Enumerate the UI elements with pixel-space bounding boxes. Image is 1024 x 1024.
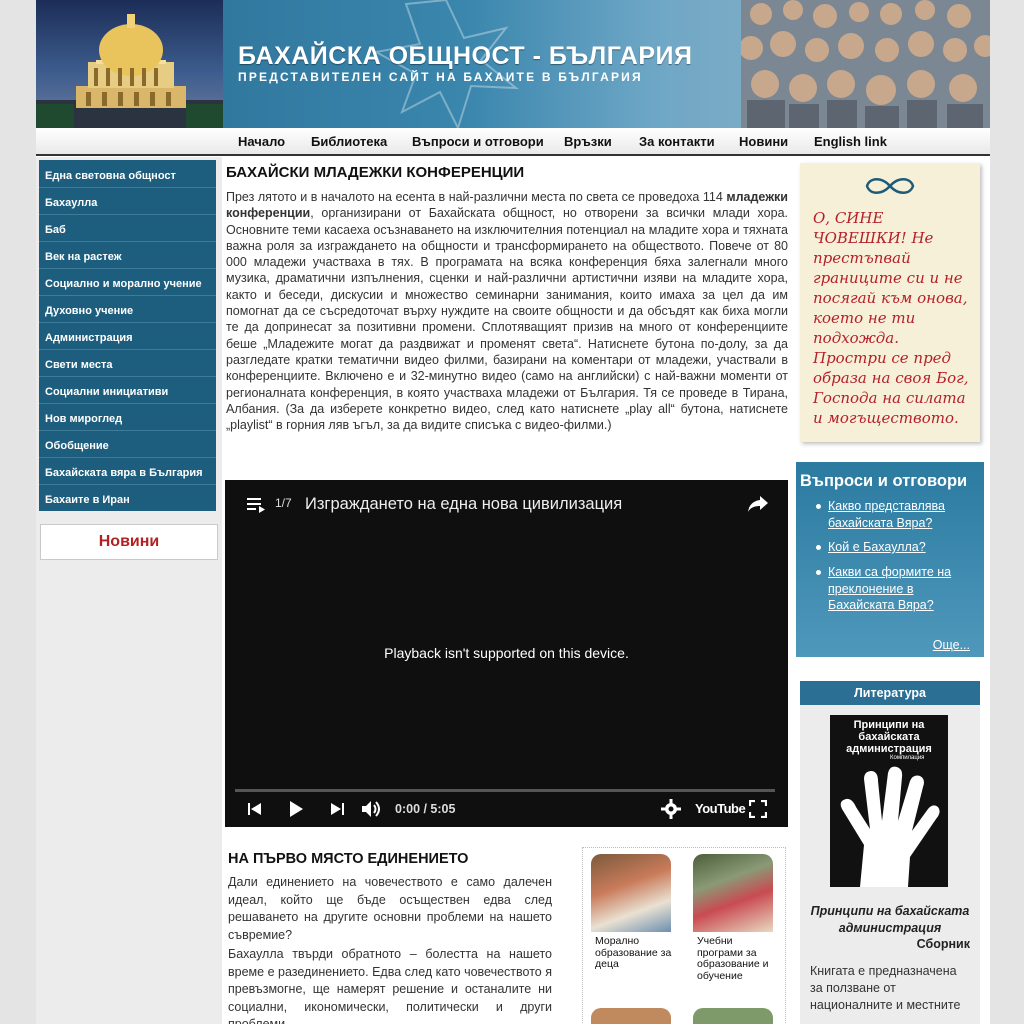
video-time: 0:00 / 5:05 xyxy=(395,802,456,816)
thumbnail-image[interactable] xyxy=(591,854,671,932)
divider xyxy=(39,403,216,404)
news-label: Новини xyxy=(98,533,160,550)
site-header: БАХАЙСКА ОБЩНОСТ - БЪЛГАРИЯ ПРЕДСТАВИТЕЛ… xyxy=(36,0,990,128)
left-sidebar: Една световна общност Бахаулла Баб Век н… xyxy=(36,157,222,1024)
sidebar-item[interactable]: Баб xyxy=(45,224,66,236)
video-title[interactable]: Изграждането на една нова цивилизация xyxy=(305,495,622,514)
book-cover[interactable]: Принципи на бахайската администрация Ком… xyxy=(830,715,948,887)
faq-more-link[interactable]: Още... xyxy=(933,638,970,652)
sidebar-item[interactable]: Администрация xyxy=(45,332,133,344)
right-sidebar: О, СИНЕ ЧОВЕШКИ! Не престъпвай границите… xyxy=(792,157,990,1024)
nav-home[interactable]: Начало xyxy=(238,134,285,149)
nav-contacts[interactable]: За контакти xyxy=(639,134,715,149)
nav-english[interactable]: English link xyxy=(814,134,887,149)
quote-card: О, СИНЕ ЧОВЕШКИ! Не престъпвай границите… xyxy=(800,163,980,442)
sidebar-item[interactable]: Социално и морално учение xyxy=(45,278,202,290)
sidebar-item[interactable]: Духовно учение xyxy=(45,305,133,317)
divider xyxy=(39,214,216,215)
bullet-icon xyxy=(816,570,821,575)
faq-box: Въпроси и отговори Какво представлява ба… xyxy=(796,462,984,657)
ornament-icon xyxy=(865,178,915,194)
literature-title: Литература xyxy=(800,681,980,705)
divider xyxy=(39,430,216,431)
thumbnail-caption[interactable]: Морално образование за деца xyxy=(595,935,677,971)
previous-icon[interactable] xyxy=(247,801,263,817)
sidebar-item[interactable]: Бахайската вяра в България xyxy=(45,467,203,479)
section-title: НА ПЪРВО МЯСТО ЕДИНЕНИЕТО xyxy=(228,851,469,867)
divider xyxy=(39,295,216,296)
divider xyxy=(39,322,216,323)
section-paragraph: Бахаулла твърди обратното – болестта на … xyxy=(228,947,552,1024)
sidebar-menu: Една световна общност Бахаулла Баб Век н… xyxy=(39,160,216,511)
bullet-icon xyxy=(816,545,821,550)
intro-paragraph: През лятото и в началото на есента в най… xyxy=(226,189,788,433)
page-title: БАХАЙСКИ МЛАДЕЖКИ КОНФЕРЕНЦИИ xyxy=(226,164,525,181)
section-paragraph: Дали единението на човечеството е само д… xyxy=(228,875,552,942)
youtube-logo[interactable]: YouTube xyxy=(695,801,746,816)
next-icon[interactable] xyxy=(329,801,345,817)
thumbnail-grid: Морално образование за деца Учебни прогр… xyxy=(582,847,786,1024)
bullet-icon xyxy=(816,504,821,509)
divider xyxy=(39,484,216,485)
divider xyxy=(39,268,216,269)
sidebar-item[interactable]: Век на растеж xyxy=(45,251,122,263)
thumbnail-caption[interactable]: Учебни програми за образование и обучени… xyxy=(697,935,779,982)
site-title: БАХАЙСКА ОБЩНОСТ - БЪЛГАРИЯ xyxy=(238,42,693,70)
hand-graphic xyxy=(840,766,940,887)
site-subtitle: ПРЕДСТАВИТЕЛЕН САЙТ НА БАХАИТЕ В БЪЛГАРИ… xyxy=(238,70,643,84)
people-photo xyxy=(741,0,990,128)
page: БАХАЙСКА ОБЩНОСТ - БЪЛГАРИЯ ПРЕДСТАВИТЕЛ… xyxy=(36,0,990,1024)
playlist-count: 1/7 xyxy=(275,496,292,510)
sidebar-item[interactable]: Бахаите в Иран xyxy=(45,494,130,506)
divider xyxy=(39,187,216,188)
faq-link[interactable]: Кой е Бахаулла? xyxy=(828,539,978,556)
book-cover-title: Принципи на бахайската администрация xyxy=(846,719,932,755)
intro-text-rest: , организирани от Бахайската общност, но… xyxy=(226,206,788,433)
divider xyxy=(39,349,216,350)
literature-box: Литература Принципи на бахайската админи… xyxy=(800,681,980,1024)
main-nav: Начало Библиотека Въпроси и отговори Връ… xyxy=(36,128,990,156)
play-icon[interactable] xyxy=(287,800,305,818)
nav-faq[interactable]: Въпроси и отговори xyxy=(412,134,544,149)
thumbnail-image[interactable] xyxy=(693,1008,773,1024)
book-description: Книгата е предназначена за ползване от н… xyxy=(810,964,961,1012)
sidebar-item[interactable]: Свети места xyxy=(45,359,112,371)
divider xyxy=(39,376,216,377)
intro-text: През лятото и в началото на есента в най… xyxy=(226,190,727,204)
fullscreen-icon[interactable] xyxy=(749,800,767,818)
nav-library[interactable]: Библиотека xyxy=(311,134,387,149)
sidebar-item[interactable]: Обобщение xyxy=(45,440,109,452)
playback-message: Playback isn't supported on this device. xyxy=(384,645,629,661)
faq-link[interactable]: Какви са формите на преклонение в Бахайс… xyxy=(828,564,978,614)
shrine-photo xyxy=(36,0,223,128)
thumbnail-image[interactable] xyxy=(591,1008,671,1024)
sidebar-item[interactable]: Социални инициативи xyxy=(45,386,168,398)
nav-news[interactable]: Новини xyxy=(739,134,788,149)
nav-links[interactable]: Връзки xyxy=(564,134,612,149)
sidebar-item[interactable]: Нов мироглед xyxy=(45,413,122,425)
news-button[interactable]: Новини xyxy=(40,524,218,560)
divider xyxy=(39,241,216,242)
thumbnail-image[interactable] xyxy=(693,854,773,932)
book-title[interactable]: Принципи на бахайската администрация xyxy=(810,903,970,937)
video-player[interactable]: 1/7 Изграждането на една нова цивилизаци… xyxy=(225,480,788,827)
share-icon[interactable] xyxy=(747,494,769,514)
settings-icon[interactable] xyxy=(661,799,681,819)
faq-title: Въпроси и отговори xyxy=(800,472,968,490)
faq-link[interactable]: Какво представлява бахайската Вяра? xyxy=(828,498,978,531)
quote-text: О, СИНЕ ЧОВЕШКИ! Не престъпвай границите… xyxy=(813,209,969,427)
playlist-icon[interactable] xyxy=(247,496,267,514)
book-cover-subtitle: Компилация xyxy=(890,755,925,761)
volume-icon[interactable] xyxy=(361,800,383,818)
sidebar-item[interactable]: Бахаулла xyxy=(45,197,97,209)
book-author: Сборник xyxy=(916,937,970,951)
sidebar-item[interactable]: Една световна общност xyxy=(45,170,176,182)
divider xyxy=(39,457,216,458)
progress-bar[interactable] xyxy=(235,789,775,792)
